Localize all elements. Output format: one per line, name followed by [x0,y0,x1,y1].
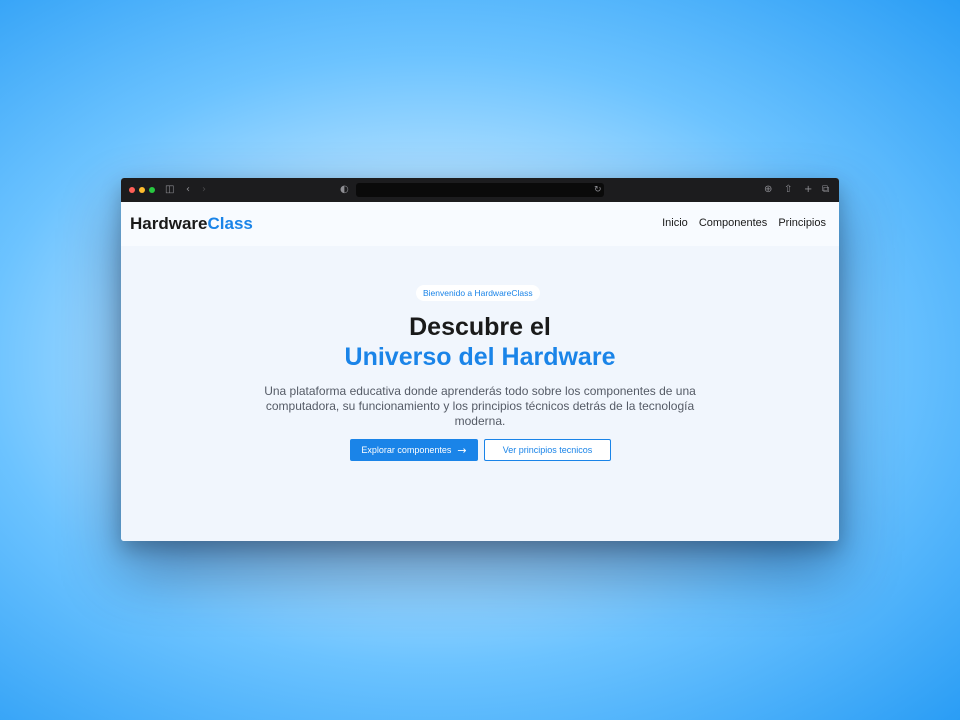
minimize-window-button[interactable] [139,187,145,193]
nav-link-principios[interactable]: Principios [778,217,826,229]
logo-text-part1: Hardware [130,214,208,233]
shield-icon: ◐ [340,184,349,195]
share-icon[interactable]: ⇧ [784,183,792,197]
nav-link-inicio[interactable]: Inicio [662,217,688,229]
view-principles-label: Ver principios tecnicos [502,445,593,455]
hero-title-line2: Universo del Hardware [344,343,616,371]
new-tab-icon[interactable]: + [804,183,812,197]
sidebar-icon[interactable]: ◫ [165,183,174,197]
view-principles-button[interactable]: Ver principios tecnicos [484,439,611,461]
logo-text-part2: Class [207,214,253,233]
main-nav: Inicio Componentes Principios [662,217,826,229]
reload-icon[interactable]: ↻ [594,183,602,197]
arrow-right-icon: → [457,443,467,457]
browser-titlebar: ◫ ‹ › ◐ ↻ ⊕ ⇧ + ⧉ [121,178,839,202]
hero-title-line1: Descubre el [409,313,551,341]
forward-icon[interactable]: › [202,183,206,197]
nav-link-componentes[interactable]: Componentes [699,217,768,229]
explore-components-button[interactable]: Explorar componentes → [350,439,478,461]
welcome-badge: Bienvenido a HardwareClass [416,285,540,301]
browser-window: ◫ ‹ › ◐ ↻ ⊕ ⇧ + ⧉ HardwareClass Inicio C… [121,178,839,541]
hero-description: Una plataforma educativa donde aprenderá… [264,384,696,428]
back-icon[interactable]: ‹ [186,183,190,197]
maximize-window-button[interactable] [149,187,155,193]
tabs-icon[interactable]: ⧉ [822,183,829,197]
close-window-button[interactable] [129,187,135,193]
address-bar[interactable]: ↻ [356,183,604,197]
explore-components-label: Explorar componentes [361,445,452,455]
site-logo[interactable]: HardwareClass [130,214,253,234]
download-icon[interactable]: ⊕ [764,183,772,197]
